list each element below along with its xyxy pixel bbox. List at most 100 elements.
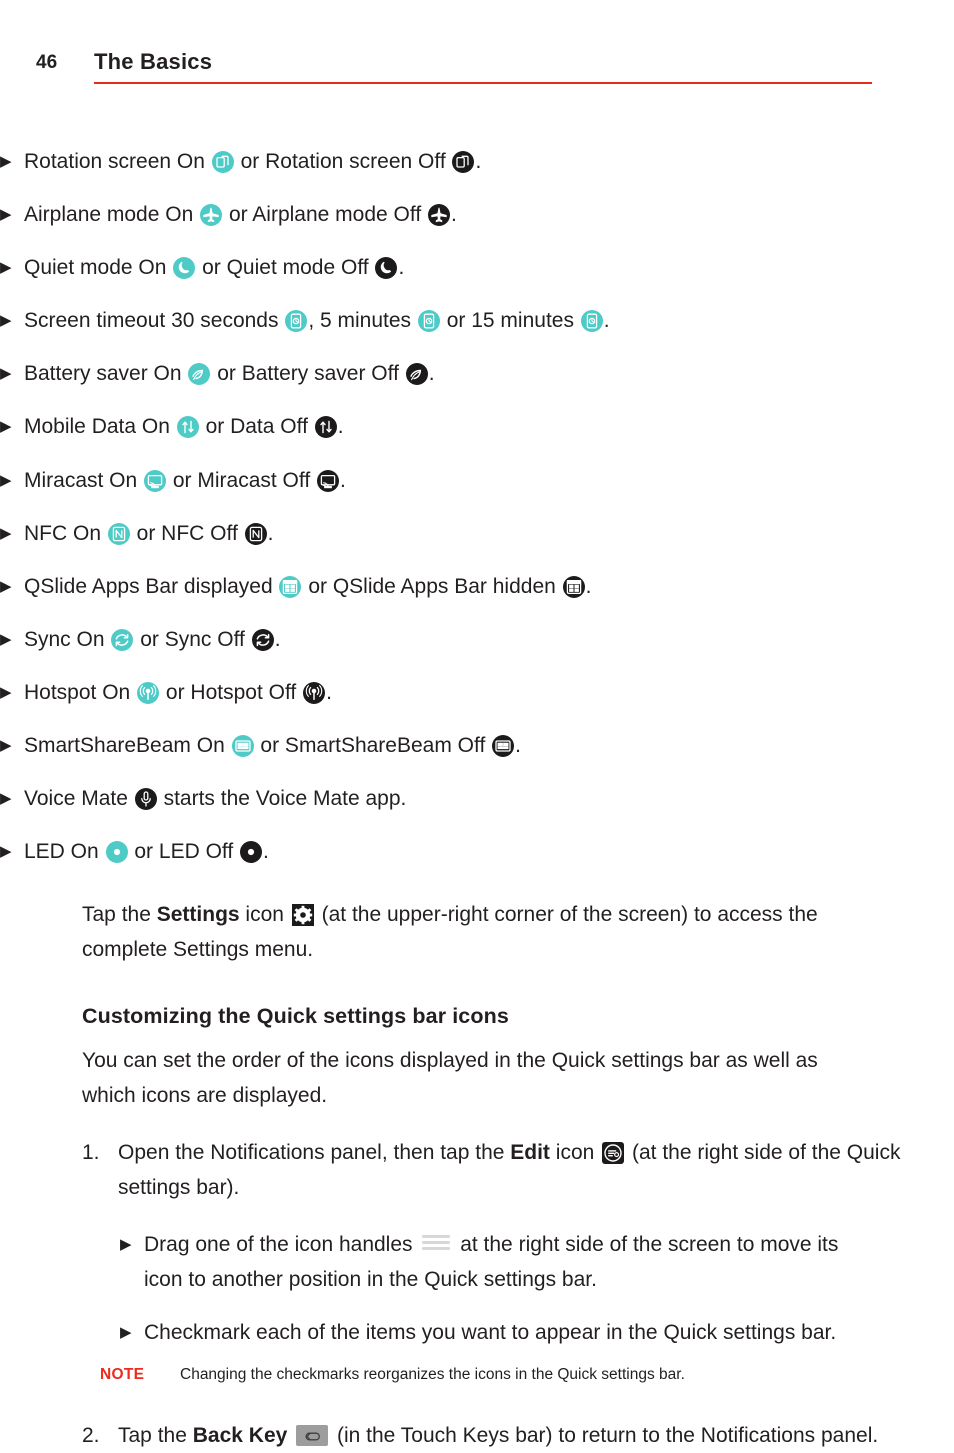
quick-setting-item-sync: ▶ Sync On or Sync Off . [0, 618, 954, 663]
drag-text-before: Drag one of the icon handles [144, 1232, 419, 1256]
section-intro-block: You can set the order of the icons displ… [82, 1043, 872, 1113]
step-number-2: 2. [82, 1423, 100, 1447]
note-text: Changing the checkmarks reorganizes the … [180, 1365, 685, 1383]
quick-settings-bullet-list: ▶ Rotation screen On or Rotation screen O… [0, 140, 954, 875]
quick-setting-text: or Quiet mode Off [196, 256, 375, 280]
quick-setting-text: Mobile Data On [24, 415, 176, 439]
bullet-marker: ▶ [0, 630, 12, 648]
quick-setting-text: or NFC Off [130, 521, 244, 545]
quick-setting-text: . [451, 203, 457, 227]
battery-saver-icon [405, 363, 428, 386]
checkmark-text: Checkmark each of the items you want to … [144, 1320, 837, 1344]
airplane-icon [200, 204, 223, 227]
step-number-1: 1. [82, 1140, 100, 1164]
quick-setting-text: . [263, 840, 269, 864]
steps-list-part-two: 2. Tap the Back Key (in the Touch Keys ba… [0, 1418, 954, 1453]
section-heading: Customizing the Quick settings bar icons [82, 1003, 509, 1028]
step-1-text-before: Open the Notifications panel, then tap t… [118, 1140, 511, 1164]
rotation-screen-icon [452, 151, 475, 173]
step-1-bold-label: Edit [510, 1140, 550, 1164]
gear-icon [291, 903, 314, 926]
quick-setting-text: or QSlide Apps Bar hidden [302, 574, 562, 598]
quick-setting-text: . [603, 309, 610, 333]
bullet-marker: ▶ [0, 790, 12, 808]
note-label: NOTE [100, 1365, 145, 1383]
bullet-marker: ▶ [120, 1235, 132, 1253]
quick-setting-item-smartsharebeam: ▶ SmartShareBeam On or SmartShareBeam Off… [0, 724, 954, 769]
quick-setting-text: or Miracast Off [167, 468, 317, 492]
quick-setting-item-voice-mate: ▶ Voice Mate starts the Voice Mate app. [0, 777, 954, 822]
steps-list-part-one: 1. Open the Notifications panel, then tap… [0, 1135, 954, 1205]
quick-setting-text: LED On [24, 840, 105, 864]
quick-setting-text: , 5 minutes [308, 309, 417, 333]
quick-setting-text: or Sync Off [134, 627, 251, 651]
quick-setting-text: . [398, 256, 405, 280]
microphone-icon [134, 788, 157, 811]
settings-text-mid: icon [239, 902, 290, 926]
quick-setting-item-quiet: ▶ Quiet mode On or Quiet mode Off . [0, 246, 954, 291]
step-item-1: 1. Open the Notifications panel, then tap… [82, 1135, 908, 1205]
quick-setting-text: . [340, 468, 346, 492]
bullet-marker: ▶ [0, 153, 12, 170]
qslide-icon [279, 575, 302, 598]
note-row: NOTE Changing the checkmarks reorganizes… [100, 1366, 900, 1396]
bullet-marker: ▶ [0, 737, 12, 755]
hotspot-icon [303, 681, 326, 704]
battery-saver-icon [188, 363, 211, 386]
quick-setting-text: SmartShareBeam On [24, 734, 231, 758]
settings-text-before: Tap the [82, 902, 157, 926]
quick-setting-text: or LED Off [128, 840, 240, 864]
step-2-text-before: Tap the [118, 1423, 193, 1447]
sub-bullet-drag-handles: ▶ Drag one of the icon handles at the rig… [120, 1227, 864, 1297]
settings-paragraph-block: Tap the Settings icon (at the upper-righ… [82, 897, 872, 967]
sub-bullet-list: ▶ Drag one of the icon handles at the rig… [0, 1227, 954, 1350]
step-2-text-after: (in the Touch Keys bar) to return to the… [331, 1423, 879, 1447]
mobile-data-icon [314, 416, 337, 439]
quick-setting-text: Battery saver On [24, 362, 188, 386]
quick-setting-text: Voice Mate [24, 787, 134, 811]
quick-setting-text: Sync On [24, 627, 111, 651]
sync-icon [111, 628, 134, 651]
bullet-marker: ▶ [0, 524, 12, 542]
quick-setting-text: Airplane mode On [24, 203, 200, 227]
quick-setting-text: or Hotspot Off [160, 680, 303, 704]
quick-setting-text: . [326, 680, 332, 704]
back-key-icon[interactable] [296, 1424, 329, 1446]
miracast-icon [144, 469, 167, 492]
quick-setting-text: Quiet mode On [24, 256, 173, 280]
qslide-icon [562, 575, 585, 598]
bullet-marker: ▶ [0, 206, 12, 224]
quick-setting-item-battery-saver: ▶ Battery saver On or Battery saver Off . [0, 352, 954, 397]
quick-setting-text: or Rotation screen Off [234, 150, 452, 173]
smartsharebeam-icon [492, 735, 515, 758]
settings-bold-label: Settings [156, 902, 240, 926]
quick-setting-item-nfc: ▶ NFC On or NFC Off . [0, 512, 954, 557]
quick-setting-text: . [337, 415, 344, 439]
quick-setting-text: . [267, 521, 274, 545]
quick-setting-text: or Battery saver Off [211, 362, 405, 386]
bullet-marker: ▶ [0, 312, 12, 330]
bullet-marker: ▶ [0, 843, 12, 861]
step-item-2: 2. Tap the Back Key (in the Touch Keys ba… [82, 1418, 908, 1453]
screen-timeout-icon [285, 310, 308, 333]
quick-setting-text: . [515, 734, 521, 758]
quick-setting-text: Rotation screen On [24, 150, 211, 173]
miracast-icon [317, 469, 340, 492]
smartsharebeam-icon [231, 735, 254, 758]
hotspot-icon [137, 681, 160, 704]
quick-setting-item-qslide: ▶ QSlide Apps Bar displayed or QSlide App… [0, 565, 954, 610]
bullet-marker: ▶ [0, 577, 12, 595]
drag-handle-icon[interactable] [422, 1234, 451, 1250]
quick-setting-text: NFC On [24, 521, 107, 545]
moon-icon [375, 257, 398, 280]
settings-paragraph: Tap the Settings icon (at the upper-righ… [82, 897, 872, 967]
quick-setting-item-led: ▶ LED On or LED Off . [0, 830, 954, 875]
screen-timeout-icon [580, 310, 603, 333]
quick-setting-text: Screen timeout 30 seconds [24, 309, 285, 333]
sync-icon [251, 628, 274, 651]
section-intro-paragraph: You can set the order of the icons displ… [82, 1048, 818, 1107]
quick-setting-text: QSlide Apps Bar displayed [24, 574, 279, 598]
quick-setting-text: or 15 minutes [440, 309, 580, 333]
nfc-icon [107, 522, 130, 545]
quick-setting-text: or Data Off [199, 415, 314, 439]
